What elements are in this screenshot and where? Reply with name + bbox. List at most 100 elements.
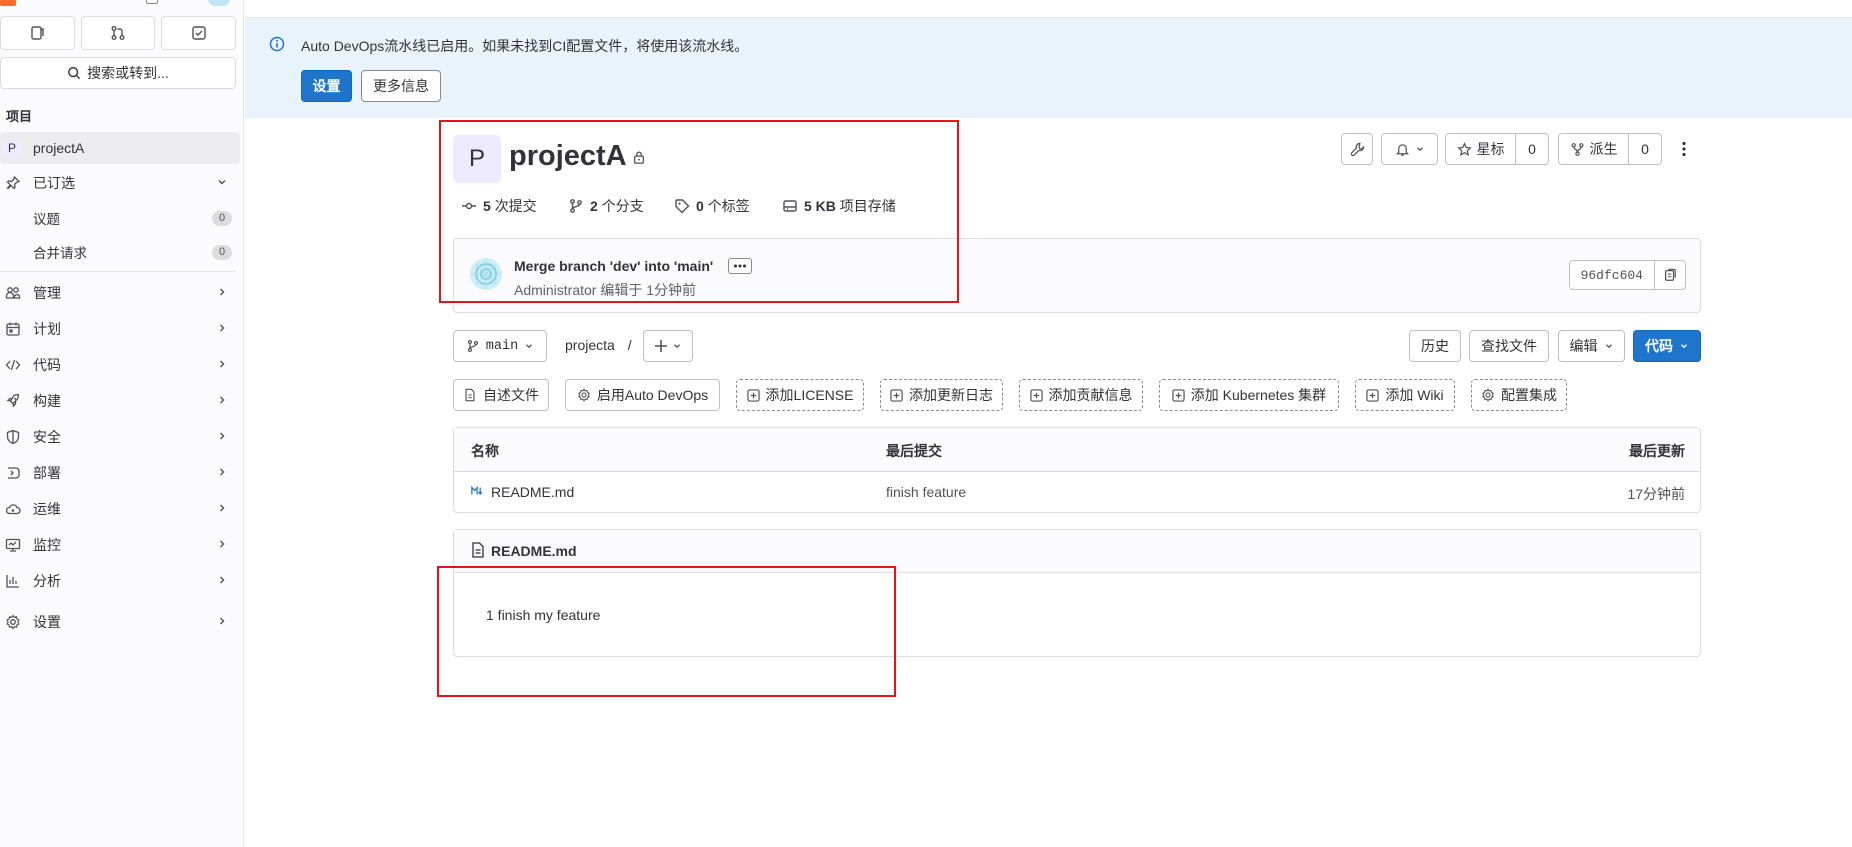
- more-actions-button[interactable]: [1670, 133, 1698, 165]
- sidebar-item-security[interactable]: 安全: [0, 421, 236, 453]
- add-to-tree-dropdown[interactable]: [643, 330, 693, 362]
- sidebar-item-label: 合并请求: [33, 246, 87, 261]
- quick-action-label: 自述文件: [483, 387, 539, 403]
- sidebar-item-merge-requests[interactable]: 合并请求 0: [0, 238, 236, 266]
- sidebar-item-plan[interactable]: 计划: [0, 313, 236, 345]
- wrench-icon: [1350, 142, 1364, 156]
- sidebar-search-button[interactable]: 搜索或转到...: [0, 57, 236, 89]
- alert-settings-button[interactable]: 设置: [301, 70, 352, 102]
- sidebar-item-analyze[interactable]: 分析: [0, 565, 236, 597]
- project-avatar: P: [3, 139, 21, 157]
- add-changelog-quick-action[interactable]: 添加更新日志: [880, 379, 1003, 411]
- copy-icon: [1665, 268, 1676, 281]
- sidebar-project-name: projectA: [33, 140, 85, 156]
- plus-icon: [655, 340, 667, 352]
- chevron-right-icon: [220, 617, 225, 625]
- commit-title-link[interactable]: Merge branch 'dev' into 'main': [514, 258, 713, 274]
- add-contributing-quick-action[interactable]: 添加贡献信息: [1019, 379, 1143, 411]
- notification-dropdown-button[interactable]: [1381, 133, 1438, 165]
- plus-square-icon: [1029, 388, 1043, 402]
- sidebar-toggle-icon[interactable]: [146, 0, 158, 4]
- gitlab-logo-icon[interactable]: [0, 0, 16, 6]
- fork-icon: [1571, 142, 1583, 156]
- markdown-icon: [471, 486, 483, 496]
- plus-square-icon: [1172, 388, 1185, 402]
- commits-stat[interactable]: 5 次提交: [461, 197, 537, 215]
- commit-time: 编辑于 1分钟前: [600, 282, 697, 298]
- chevron-down-icon: [526, 344, 533, 349]
- commit-author-avatar[interactable]: [470, 258, 502, 290]
- tag-icon: [675, 199, 690, 214]
- star-count[interactable]: 0: [1515, 134, 1548, 164]
- tags-stat[interactable]: 0 个标签: [674, 197, 750, 215]
- issues-shortcut-button[interactable]: [0, 16, 75, 50]
- file-last-commit-link[interactable]: finish feature: [886, 484, 966, 500]
- commit-sha[interactable]: 96dfc604: [1570, 261, 1654, 289]
- sidebar-item-label: 安全: [33, 429, 61, 445]
- sidebar-item-label: 代码: [33, 357, 61, 373]
- chevron-down-icon: [1681, 344, 1687, 349]
- sidebar-item-label: 运维: [33, 501, 61, 517]
- storage-size: 5 KB: [804, 198, 836, 214]
- sidebar-item-label: 设置: [33, 614, 61, 630]
- branch-selector[interactable]: main: [453, 330, 547, 362]
- sidebar-item-label: 构建: [33, 393, 61, 409]
- star-button[interactable]: 星标: [1446, 139, 1515, 159]
- auto-devops-alert: Auto DevOps流水线已启用。如果未找到CI配置文件，将使用该流水线。 设…: [245, 18, 1852, 118]
- commit-author[interactable]: Administrator: [514, 282, 596, 298]
- merge-requests-shortcut-button[interactable]: [80, 16, 156, 50]
- file-name-link[interactable]: README.md: [491, 484, 574, 500]
- chevron-down-icon: [218, 180, 226, 185]
- fork-count[interactable]: 0: [1628, 134, 1661, 164]
- storage-icon: [783, 200, 797, 212]
- sidebar-pinned-toggle[interactable]: 已订选: [0, 167, 236, 199]
- code-dropdown-button[interactable]: 代码: [1633, 330, 1701, 362]
- column-header-last-commit: 最后提交: [886, 443, 942, 459]
- sidebar-topbar: [0, 0, 244, 10]
- admin-settings-button[interactable]: [1341, 133, 1373, 165]
- sidebar-item-settings[interactable]: 设置: [0, 606, 236, 638]
- add-license-quick-action[interactable]: 添加LICENSE: [736, 379, 864, 411]
- sidebar-item-deploy[interactable]: 部署: [0, 457, 236, 489]
- star-label: 星标: [1476, 141, 1505, 157]
- branch-icon: [570, 199, 582, 213]
- commit-expand-button[interactable]: [728, 258, 752, 274]
- sidebar-project-item[interactable]: P projectA: [0, 132, 240, 164]
- bell-icon: [1395, 143, 1409, 156]
- add-wiki-quick-action[interactable]: 添加 Wiki: [1355, 379, 1455, 411]
- quick-action-label: 添加贡献信息: [1048, 387, 1133, 403]
- configure-integrations-quick-action[interactable]: 配置集成: [1471, 379, 1567, 411]
- find-file-button[interactable]: 查找文件: [1469, 330, 1549, 362]
- sidebar-item-operate[interactable]: 运维: [0, 493, 236, 525]
- sidebar-item-code[interactable]: 代码: [0, 349, 236, 381]
- branch-name: main: [485, 338, 519, 354]
- copy-sha-button[interactable]: [1654, 261, 1685, 289]
- edit-dropdown-button[interactable]: 编辑: [1558, 330, 1625, 362]
- sidebar-item-build[interactable]: 构建: [0, 385, 236, 417]
- alert-more-info-button[interactable]: 更多信息: [361, 70, 441, 102]
- user-avatar[interactable]: [208, 0, 230, 6]
- readme-quick-action[interactable]: 自述文件: [453, 379, 549, 411]
- gear-icon: [6, 614, 20, 630]
- sidebar-item-manage[interactable]: 管理: [0, 277, 236, 309]
- branches-stat[interactable]: 2 个分支: [568, 197, 644, 215]
- sidebar-divider: [0, 271, 236, 272]
- sidebar-section-label: 项目: [6, 109, 33, 124]
- repo-root-link[interactable]: projecta: [565, 337, 615, 353]
- readme-filename-link[interactable]: README.md: [491, 543, 577, 559]
- storage-stat[interactable]: 5 KB 项目存储: [782, 197, 896, 215]
- enable-auto-devops-quick-action[interactable]: 启用Auto DevOps: [565, 379, 720, 411]
- fork-button[interactable]: 派生: [1559, 139, 1628, 159]
- sidebar-item-monitor[interactable]: 监控: [0, 529, 236, 561]
- add-kubernetes-quick-action[interactable]: 添加 Kubernetes 集群: [1159, 379, 1339, 411]
- sidebar-item-label: 议题: [33, 212, 60, 227]
- code-icon: [5, 359, 21, 371]
- todos-shortcut-button[interactable]: [161, 16, 237, 50]
- chevron-right-icon: [220, 432, 225, 440]
- project-title: projectA: [509, 140, 627, 172]
- issues-icon: [31, 26, 45, 40]
- history-button[interactable]: 历史: [1409, 330, 1461, 362]
- table-row[interactable]: README.md finish feature 17分钟前: [454, 472, 1700, 513]
- last-commit-panel: Merge branch 'dev' into 'main' Administr…: [453, 238, 1701, 313]
- sidebar-item-issues[interactable]: 议题 0: [0, 204, 236, 232]
